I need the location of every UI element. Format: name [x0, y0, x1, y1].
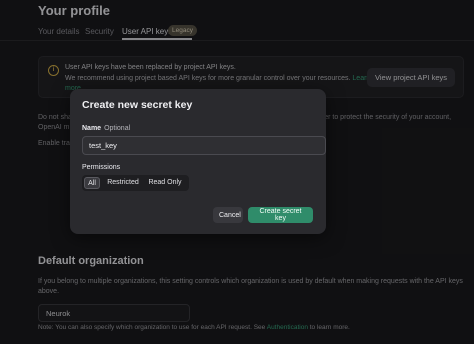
name-label: Name Optional	[82, 125, 130, 132]
permissions-label: Permissions	[82, 164, 121, 171]
create-secret-key-button[interactable]: Create secret key	[248, 207, 313, 223]
create-secret-key-modal: Create new secret key NameOptional Permi…	[70, 89, 326, 234]
key-name-input[interactable]	[82, 136, 326, 155]
permission-restricted-option[interactable]: Restricted	[105, 177, 141, 189]
modal-title: Create new secret key	[82, 99, 193, 111]
permission-read-only-option[interactable]: Read Only	[145, 177, 185, 189]
permission-all-option[interactable]: All	[84, 177, 100, 189]
name-label-text: Name	[82, 125, 102, 132]
permissions-segmented-control: All Restricted Read Only	[82, 175, 189, 191]
name-optional-label: Optional	[104, 125, 131, 132]
cancel-button[interactable]: Cancel	[213, 207, 243, 223]
